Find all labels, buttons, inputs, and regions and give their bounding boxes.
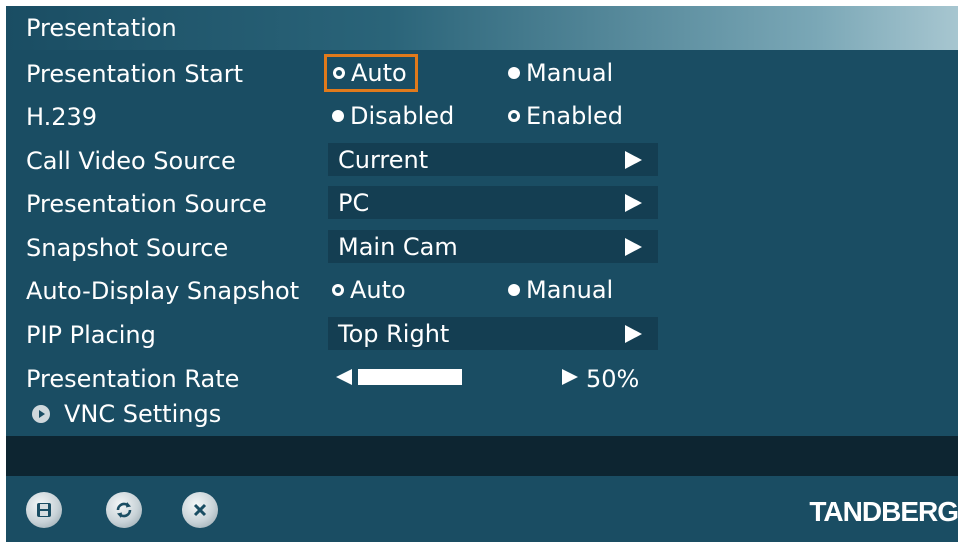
slider-increase-icon[interactable] — [562, 369, 578, 385]
auto-display-snapshot-auto-option[interactable]: Auto — [332, 273, 406, 307]
option-label: Manual — [526, 276, 614, 304]
vnc-settings-label: VNC Settings — [64, 400, 222, 428]
presentation-rate-value: 50% — [586, 365, 640, 393]
h239-label: H.239 — [26, 103, 98, 131]
select-value: Main Cam — [338, 232, 458, 261]
presentation-start-auto-option[interactable]: Auto — [324, 54, 418, 92]
call-video-source-label: Call Video Source — [26, 147, 236, 175]
presentation-rate-label: Presentation Rate — [26, 365, 240, 393]
close-icon — [193, 503, 207, 517]
row-presentation-rate: Presentation Rate 50% — [6, 359, 958, 399]
menu-header: Presentation — [6, 6, 958, 50]
h239-enabled-option[interactable]: Enabled — [508, 99, 623, 133]
radio-selected-icon — [332, 284, 344, 296]
arrow-right-icon — [625, 151, 642, 169]
presentation-rate-slider[interactable] — [358, 369, 462, 385]
slider-decrease-icon[interactable] — [336, 369, 352, 385]
option-label: Enabled — [526, 102, 623, 130]
arrow-right-icon — [625, 238, 642, 256]
radio-unselected-icon — [508, 284, 520, 296]
presentation-menu: Presentation Presentation Start Auto Man… — [6, 6, 958, 542]
play-icon — [32, 405, 50, 423]
option-label: Disabled — [350, 102, 455, 130]
option-label: Auto — [351, 59, 407, 87]
snapshot-source-select[interactable]: Main Cam — [328, 230, 658, 263]
auto-display-snapshot-label: Auto-Display Snapshot — [26, 277, 300, 305]
refresh-icon — [116, 502, 132, 518]
presentation-start-manual-option[interactable]: Manual — [508, 56, 613, 90]
vnc-settings-link[interactable]: VNC Settings — [26, 398, 221, 430]
footer: TANDBERG — [6, 476, 958, 542]
radio-selected-icon — [508, 110, 520, 122]
row-call-video-source: Call Video Source Current — [6, 141, 958, 181]
save-icon — [37, 503, 51, 517]
refresh-button[interactable] — [106, 492, 142, 528]
radio-unselected-icon — [508, 67, 520, 79]
close-button[interactable] — [182, 492, 218, 528]
presentation-source-label: Presentation Source — [26, 190, 267, 218]
option-label: Auto — [350, 276, 406, 304]
save-button[interactable] — [26, 492, 62, 528]
presentation-start-label: Presentation Start — [26, 60, 243, 88]
row-snapshot-source: Snapshot Source Main Cam — [6, 228, 958, 268]
snapshot-source-label: Snapshot Source — [26, 234, 229, 262]
radio-selected-icon — [333, 67, 345, 79]
option-label: Manual — [526, 59, 614, 87]
pip-placing-select[interactable]: Top Right — [328, 317, 658, 350]
arrow-right-icon — [625, 194, 642, 212]
auto-display-snapshot-manual-option[interactable]: Manual — [508, 273, 613, 307]
menu-title: Presentation — [26, 14, 177, 42]
radio-unselected-icon — [332, 110, 344, 122]
call-video-source-select[interactable]: Current — [328, 143, 658, 176]
arrow-right-icon — [625, 325, 642, 343]
presentation-source-select[interactable]: PC — [328, 186, 658, 219]
brand-logo: TANDBERG — [809, 496, 958, 527]
h239-disabled-option[interactable]: Disabled — [332, 99, 454, 133]
pip-placing-label: PIP Placing — [26, 321, 156, 349]
select-value: Current — [338, 145, 429, 174]
select-value: Top Right — [338, 319, 450, 348]
row-presentation-start: Presentation Start Auto Manual — [6, 54, 958, 94]
select-value: PC — [338, 188, 370, 217]
row-auto-display-snapshot: Auto-Display Snapshot Auto Manual — [6, 271, 958, 311]
row-presentation-source: Presentation Source PC — [6, 184, 958, 224]
row-h239: H.239 Disabled Enabled — [6, 97, 958, 137]
row-pip-placing: PIP Placing Top Right — [6, 315, 958, 355]
status-bar — [6, 436, 958, 476]
